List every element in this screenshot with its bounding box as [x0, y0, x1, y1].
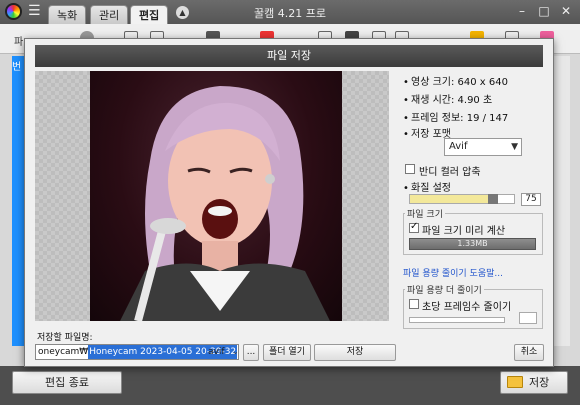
filesize-bar: 1.33MB	[409, 238, 536, 250]
fps-slider[interactable]	[409, 317, 505, 323]
quality-slider-handle[interactable]	[488, 194, 498, 204]
fps-value-field[interactable]	[519, 312, 537, 324]
close-icon[interactable]: ✕	[558, 3, 574, 19]
preview-image	[90, 71, 342, 321]
save-main-button[interactable]: 저장	[500, 371, 568, 394]
filename-label: 저장할 파일명:	[37, 333, 93, 343]
app-title: 꿀캠 4.21 프로	[254, 7, 326, 20]
help-link[interactable]: 파일 용량 줄이기 도움말...	[403, 266, 503, 279]
cancel-button[interactable]: 취소	[514, 344, 544, 361]
filename-input[interactable]: oneycam₩Honeycam 2023-04-05 20-29-32 avi…	[35, 344, 239, 360]
video-size-info: • 영상 크기: 640 x 640	[403, 77, 508, 88]
half-color-checkbox[interactable]	[405, 164, 415, 174]
toolbar-left-label: 파	[14, 37, 24, 48]
filename-ext: avif	[208, 347, 225, 357]
reduce-group-title: 파일 용량 더 줄이기	[405, 283, 484, 296]
fps-reduce-label: 초당 프레임수 줄이기	[422, 302, 512, 313]
chevron-down-icon: ▼	[511, 142, 518, 152]
frame-strip[interactable]	[12, 56, 24, 346]
dialog-title: 파일 저장	[35, 45, 543, 67]
precalc-checkbox[interactable]	[409, 221, 419, 233]
title-bar: ☰ 녹화 관리 편집 ▲ 꿀캠 4.21 프로 – □ ✕	[0, 0, 580, 24]
save-main-label: 저장	[529, 376, 550, 389]
quality-slider[interactable]	[409, 194, 515, 204]
filesize-group-title: 파일 크기	[405, 207, 445, 220]
preview-area	[35, 71, 389, 321]
quality-heading: • 화질 설정	[403, 183, 451, 194]
dialog-save-button[interactable]: 저장	[314, 344, 396, 361]
save-dialog: 파일 저장 • 영상 크기: 640 x 640 • 재생 시간: 4.90 초…	[24, 38, 554, 367]
frame-info: • 프레임 정보: 19 / 147	[403, 113, 509, 124]
maximize-icon[interactable]: □	[536, 3, 552, 19]
folder-icon	[507, 376, 523, 388]
filename-prefix: oneycam₩	[38, 347, 89, 357]
half-color-label: 반디 컬러 압축	[419, 167, 481, 178]
format-select[interactable]: Avif ▼	[444, 138, 522, 156]
singer-illustration	[120, 86, 330, 321]
browse-button[interactable]: ...	[243, 344, 259, 361]
open-folder-button[interactable]: 폴더 열기	[263, 344, 311, 361]
exit-edit-button[interactable]: 편집 종료	[12, 371, 122, 394]
minimize-icon[interactable]: –	[514, 3, 530, 19]
precalc-label: 파일 크기 미리 계산	[422, 226, 506, 237]
fps-reduce-checkbox[interactable]	[409, 299, 419, 309]
format-select-value: Avif	[449, 141, 468, 152]
quality-value-field[interactable]: 75	[521, 193, 541, 206]
duration-info: • 재생 시간: 4.90 초	[403, 95, 493, 106]
quality-slider-fill	[410, 195, 488, 203]
chevron-down-icon[interactable]: ⌄	[232, 345, 238, 359]
